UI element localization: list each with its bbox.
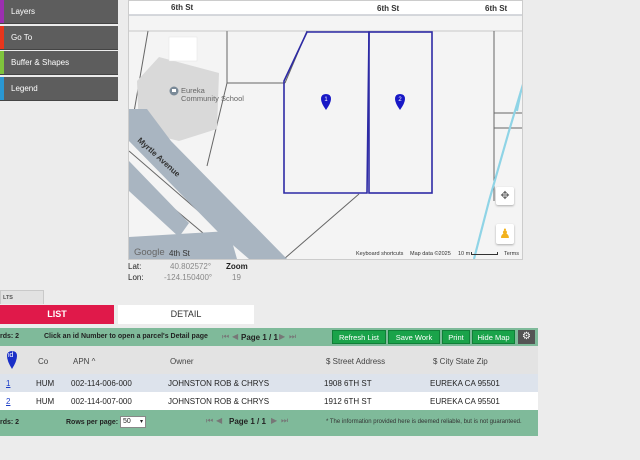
lon-label: Lon: xyxy=(128,273,144,282)
id-header[interactable]: id xyxy=(8,352,13,359)
tab-detail[interactable]: DETAIL xyxy=(118,305,254,324)
page-indicator: Page 1 / 1 xyxy=(241,333,278,342)
toolbar-hint: Click an id Number to open a parcel's De… xyxy=(44,333,208,340)
row-street: 1912 6TH ST xyxy=(324,397,372,406)
menu-item-label: Go To xyxy=(11,32,33,42)
row-owner: JOHNSTON ROB & CHRYS xyxy=(168,379,270,388)
row-id-link[interactable]: 1 xyxy=(6,379,10,388)
prev-page-icon[interactable]: ◀ xyxy=(232,332,238,341)
disclaimer: * The information provided here is deeme… xyxy=(326,419,522,425)
row-apn: 002-114-007-000 xyxy=(71,397,132,406)
google-logo: Google xyxy=(134,247,165,258)
street-label-6th-mid: 6th St xyxy=(377,4,400,13)
street-label-4th: 4th St xyxy=(169,249,191,258)
map-canvas: 1 2 6th St 6th St 6th St Myrtle Avenue 4… xyxy=(129,1,522,259)
scale-label: 10 m xyxy=(458,251,471,257)
lat-value: 40.802572° xyxy=(170,262,212,271)
row-city: EUREKA CA 95501 xyxy=(430,379,500,388)
next-page-icon[interactable]: ▶ xyxy=(279,332,285,341)
keyboard-shortcuts-link[interactable]: Keyboard shortcuts xyxy=(356,251,403,257)
menu-item-goto[interactable]: Go To xyxy=(0,25,118,50)
row-co: HUM xyxy=(36,379,55,388)
last-page-icon[interactable]: ⏭ xyxy=(289,332,296,342)
first-page-icon[interactable]: ⏮ xyxy=(222,332,229,342)
lat-label: Lat: xyxy=(128,262,142,271)
parcel-marker-1[interactable]: 1 xyxy=(321,94,331,110)
pegman-icon[interactable]: ♟ xyxy=(496,224,514,244)
buffer-color-bar xyxy=(0,51,4,74)
footer-first-page-icon[interactable]: ⏮ xyxy=(206,416,213,426)
row-street: 1908 6TH ST xyxy=(324,379,372,388)
map-tools-menu: Layers Go To Buffer & Shapes Legend xyxy=(0,0,118,102)
apn-header[interactable]: APN ^ xyxy=(73,357,95,366)
footer-records-count: rds: 2 xyxy=(0,419,20,426)
legend-color-bar xyxy=(0,76,4,100)
street-label-6th-left: 6th St xyxy=(171,3,194,12)
footer-page-indicator: Page 1 / 1 xyxy=(229,417,266,426)
menu-item-buffer-shapes[interactable]: Buffer & Shapes xyxy=(0,51,118,75)
terms-link[interactable]: Terms xyxy=(504,251,519,257)
layers-color-bar xyxy=(0,0,4,23)
scale-bar xyxy=(471,252,498,255)
refresh-list-button[interactable]: Refresh List xyxy=(332,330,386,344)
save-work-button[interactable]: Save Work xyxy=(388,330,440,344)
owner-header[interactable]: Owner xyxy=(170,357,194,366)
poi-label-line2: Community School xyxy=(181,94,244,103)
menu-item-label: Legend xyxy=(11,83,38,93)
co-header[interactable]: Co xyxy=(38,357,48,366)
footer-prev-page-icon[interactable]: ◀ xyxy=(216,416,222,425)
pan-control-icon[interactable]: ✥ xyxy=(496,187,514,205)
lon-value: -124.150400° xyxy=(164,273,213,282)
footer-next-page-icon[interactable]: ▶ xyxy=(271,416,277,425)
row-city: EUREKA CA 95501 xyxy=(430,397,500,406)
row-id-link[interactable]: 2 xyxy=(6,397,10,406)
rows-per-page-value: 50 xyxy=(123,418,131,425)
row-apn: 002-114-006-000 xyxy=(71,379,132,388)
city-header[interactable]: $ City State Zip xyxy=(433,357,488,366)
results-tab[interactable]: LTS xyxy=(0,290,44,304)
row-owner: JOHNSTON ROB & CHRYS xyxy=(168,397,270,406)
zoom-value: 19 xyxy=(232,273,241,282)
hide-map-button[interactable]: Hide Map xyxy=(472,330,515,344)
settings-gear-icon[interactable]: ⚙ xyxy=(518,330,535,344)
goto-color-bar xyxy=(0,25,4,49)
rows-per-page-label: Rows per page: xyxy=(66,419,119,426)
rows-per-page-select[interactable]: 50 ▾ xyxy=(120,416,146,428)
parcel-marker-2[interactable]: 2 xyxy=(395,94,405,110)
parcel-2-outline[interactable] xyxy=(368,31,433,194)
menu-item-layers[interactable]: Layers xyxy=(0,0,118,24)
footer-last-page-icon[interactable]: ⏭ xyxy=(281,416,288,426)
menu-item-label: Layers xyxy=(11,7,36,16)
street-header[interactable]: $ Street Address xyxy=(326,357,385,366)
zoom-label: Zoom xyxy=(226,262,248,271)
menu-item-label: Buffer & Shapes xyxy=(11,58,70,67)
menu-item-legend[interactable]: Legend xyxy=(0,76,118,101)
parcel-map[interactable]: 1 2 6th St 6th St 6th St Myrtle Avenue 4… xyxy=(128,0,523,260)
row-co: HUM xyxy=(36,397,55,406)
print-button[interactable]: Print xyxy=(442,330,470,344)
records-count: rds: 2 xyxy=(0,333,20,340)
street-label-6th-right: 6th St xyxy=(485,4,508,13)
tab-list[interactable]: LIST xyxy=(0,305,114,324)
chevron-down-icon: ▾ xyxy=(139,419,143,425)
map-data-attribution: Map data ©2025 xyxy=(410,251,451,257)
